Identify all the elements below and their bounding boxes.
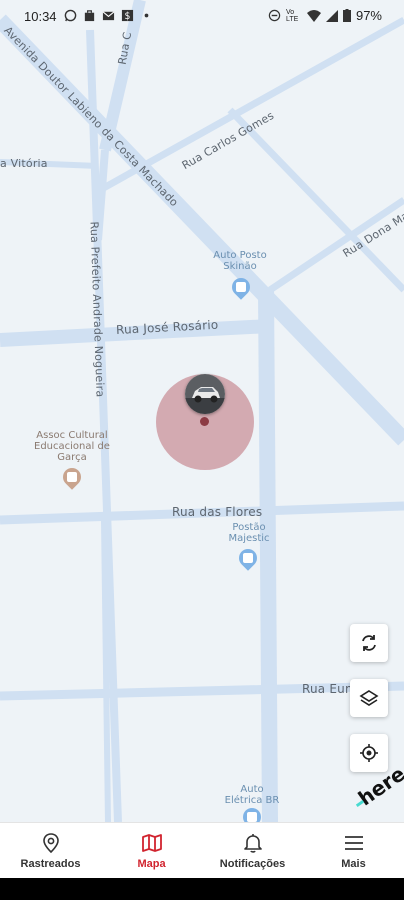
locate-button[interactable] (350, 734, 388, 772)
notification-icons: $ (64, 9, 153, 22)
battery-percent: 97% (355, 8, 382, 23)
map-icon (141, 834, 162, 852)
nav-label-mapa: Mapa (137, 858, 166, 870)
signal-icon (325, 9, 338, 22)
status-bar: 10:34 $ Vo LTE 97% (0, 0, 404, 32)
wifi-icon (306, 9, 321, 22)
nav-notificacoes[interactable]: Notificações (202, 823, 303, 879)
street-label-flores: Rua das Flores (172, 505, 263, 519)
dollar-icon: $ (121, 9, 134, 22)
nav-label-rastreados: Rastreados (20, 858, 81, 870)
bell-icon (243, 834, 262, 853)
svg-text:$: $ (125, 11, 131, 22)
street-label-vitoria: a Vitória (0, 157, 48, 170)
nav-label-mais: Mais (341, 858, 366, 870)
system-navigation-bar (0, 878, 404, 900)
refresh-icon (362, 635, 376, 651)
bottom-nav: Rastreados Mapa Notificações Mais (0, 822, 404, 879)
dnd-icon (268, 9, 281, 22)
nav-mapa[interactable]: Mapa (101, 823, 202, 879)
dot-icon (144, 13, 149, 18)
mail-icon (102, 11, 115, 21)
poi-label-postao: Postão Majestic (228, 522, 270, 544)
locate-icon (360, 744, 378, 762)
status-time: 10:34 (24, 9, 57, 24)
vehicle-position-dot (200, 417, 209, 426)
poi-label-auto-eletrica: Auto Elétrica BR (224, 784, 280, 806)
nav-rastreados[interactable]: Rastreados (0, 823, 101, 879)
battery-icon (342, 9, 351, 22)
refresh-button[interactable] (350, 624, 388, 662)
layers-icon (359, 690, 379, 706)
nav-label-notificacoes: Notificações (219, 858, 286, 870)
poi-label-assoc: Assoc Cultural Educacional de Garça (34, 430, 110, 463)
map-view[interactable]: Avenida Doutor Labieno da Costa Machado … (0, 0, 404, 822)
location-pin-icon (42, 833, 59, 854)
layers-button[interactable] (350, 679, 388, 717)
bag-icon (84, 10, 95, 22)
whatsapp-icon (64, 9, 77, 22)
poi-label-auto-posto: Auto Posto Skinão (213, 250, 267, 272)
network-label: Vo LTE (285, 8, 299, 23)
car-icon[interactable] (185, 374, 225, 414)
menu-icon (344, 836, 363, 850)
system-icons: Vo LTE 97% (268, 8, 382, 23)
street-label-eum: Rua Eum (302, 682, 357, 696)
nav-mais[interactable]: Mais (303, 823, 404, 879)
